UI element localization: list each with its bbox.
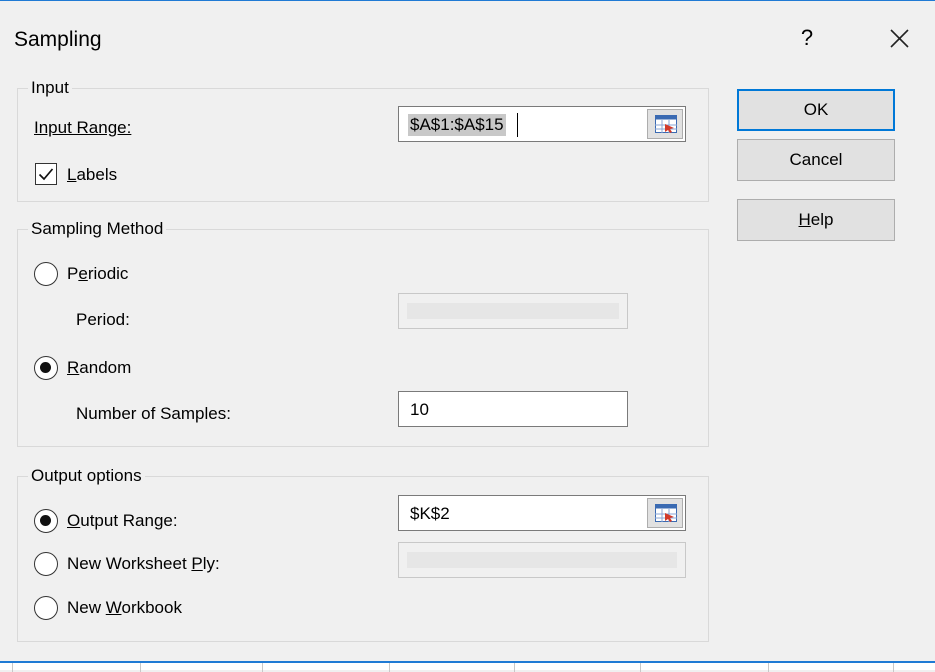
sheet-gridline <box>640 663 641 672</box>
input-group-title: Input <box>28 77 72 99</box>
text-caret <box>517 113 518 137</box>
title-bar: Sampling ? <box>0 1 935 67</box>
input-range-collapse-button[interactable] <box>647 109 683 139</box>
help-button[interactable]: Help <box>737 199 895 241</box>
close-icon <box>890 29 909 48</box>
window-title: Sampling <box>14 28 102 51</box>
period-field-inner <box>407 303 619 319</box>
periodic-label[interactable]: Periodic <box>67 263 128 285</box>
checkmark-icon <box>38 168 54 181</box>
period-label: Period: <box>76 310 130 329</box>
help-question-button[interactable]: ? <box>792 23 822 53</box>
output-options-title: Output options <box>28 465 145 487</box>
new-workbook-label[interactable]: New Workbook <box>67 597 182 619</box>
output-range-label[interactable]: Output Range: <box>67 510 178 532</box>
output-range-field[interactable]: $K$2 <box>398 495 686 531</box>
range-select-icon <box>655 115 677 133</box>
cancel-button[interactable]: Cancel <box>737 139 895 181</box>
output-range-radio[interactable] <box>34 509 58 533</box>
sheet-gridline <box>768 663 769 672</box>
sheet-gridline <box>389 663 390 672</box>
new-worksheet-field-inner <box>407 552 677 568</box>
random-label[interactable]: Random <box>67 357 131 379</box>
sheet-gridline <box>262 663 263 672</box>
range-select-icon <box>655 504 677 522</box>
output-range-collapse-button[interactable] <box>647 498 683 528</box>
labels-checkbox[interactable] <box>35 163 57 185</box>
new-worksheet-radio[interactable] <box>34 552 58 576</box>
input-range-label: Input Range: <box>34 118 132 137</box>
sampling-method-title: Sampling Method <box>28 218 167 240</box>
ok-button[interactable]: OK <box>737 89 895 131</box>
sheet-gridline <box>12 663 13 672</box>
new-workbook-radio[interactable] <box>34 596 58 620</box>
new-worksheet-field[interactable] <box>398 542 686 578</box>
sheet-gridline <box>514 663 515 672</box>
input-range-value: $A$1:$A$15 <box>408 114 506 136</box>
random-radio[interactable] <box>34 356 58 380</box>
num-samples-label: Number of Samples: <box>76 404 231 423</box>
num-samples-value: 10 <box>410 400 429 419</box>
input-range-field[interactable]: $A$1:$A$15 <box>398 106 686 142</box>
sheet-gridline <box>893 663 894 672</box>
close-button[interactable] <box>882 23 916 53</box>
new-worksheet-label[interactable]: New Worksheet Ply: <box>67 553 220 575</box>
output-range-value: $K$2 <box>410 504 450 523</box>
num-samples-field[interactable]: 10 <box>398 391 628 427</box>
labels-checkbox-label[interactable]: Labels <box>67 164 117 186</box>
sheet-gridline <box>140 663 141 672</box>
periodic-radio[interactable] <box>34 262 58 286</box>
underlying-sheet-edge <box>0 661 935 672</box>
period-field[interactable] <box>398 293 628 329</box>
